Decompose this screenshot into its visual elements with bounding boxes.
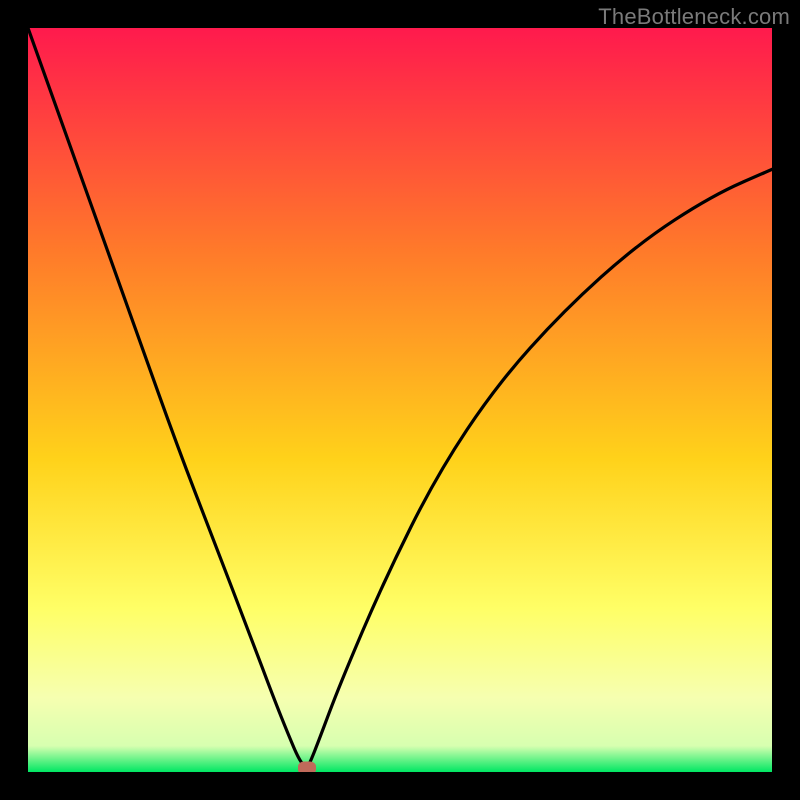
watermark-text: TheBottleneck.com [598,4,790,30]
bottleneck-curve [28,28,772,772]
chart-frame [28,28,772,772]
optimal-point-marker [298,762,316,772]
